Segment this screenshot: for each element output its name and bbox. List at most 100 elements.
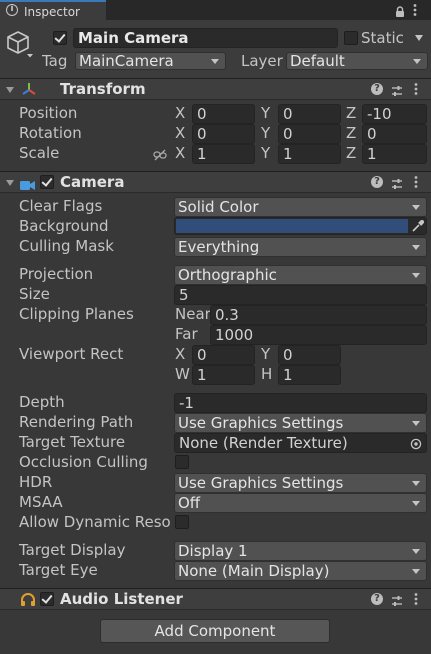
culling-mask-dropdown[interactable]: Everything	[174, 237, 427, 257]
kebab-menu-icon[interactable]	[413, 82, 419, 96]
scale-z-label[interactable]: Z	[346, 143, 356, 163]
scale-y-label[interactable]: Y	[261, 143, 270, 163]
active-checkbox[interactable]	[53, 31, 67, 45]
position-x-field[interactable]: 0	[192, 104, 255, 124]
help-icon[interactable]: ?	[371, 593, 383, 605]
layer-label: Layer	[241, 52, 283, 70]
object-picker-icon[interactable]	[410, 436, 422, 450]
position-y-label[interactable]: Y	[261, 103, 270, 123]
rendering-path-dropdown[interactable]: Use Graphics Settings	[174, 413, 427, 433]
background-color-field[interactable]	[174, 217, 427, 235]
far-field[interactable]: 1000	[210, 325, 427, 345]
near-label[interactable]: Near	[175, 304, 211, 324]
info-icon: i	[6, 4, 18, 16]
layer-dropdown[interactable]: Default	[286, 52, 428, 70]
target-display-dropdown[interactable]: Display 1	[174, 541, 427, 561]
rotation-y-label[interactable]: Y	[261, 123, 270, 143]
viewport-x-label[interactable]: X	[175, 344, 185, 364]
viewport-w-label[interactable]: W	[175, 364, 190, 384]
msaa-dropdown[interactable]: Off	[174, 493, 427, 513]
scale-y-field[interactable]: 1	[278, 144, 341, 164]
presets-icon[interactable]	[391, 176, 403, 189]
inspector-tab-label: Inspector	[24, 5, 80, 19]
add-component-button[interactable]: Add Component	[100, 619, 330, 643]
audio-listener-enabled-checkbox[interactable]	[40, 592, 54, 606]
occlusion-culling-label: Occlusion Culling	[19, 453, 148, 471]
scale-x-field[interactable]: 1	[192, 144, 255, 164]
allow-dynamic-resolution-checkbox[interactable]	[175, 515, 189, 529]
rotation-x-label[interactable]: X	[175, 123, 185, 143]
inspector-tab[interactable]: i Inspector	[0, 0, 106, 20]
viewport-h-label[interactable]: H	[261, 364, 272, 384]
rendering-path-value: Use Graphics Settings	[178, 414, 344, 432]
tag-dropdown[interactable]: MainCamera	[75, 52, 226, 70]
object-name-field[interactable]: Main Camera	[73, 28, 338, 48]
hdr-label: HDR	[19, 473, 53, 491]
position-x-label[interactable]: X	[175, 103, 185, 123]
projection-label: Projection	[19, 265, 94, 283]
background-color-swatch[interactable]	[176, 219, 408, 233]
transform-header[interactable]: Transform ?	[0, 78, 431, 100]
rotation-z-label[interactable]: Z	[346, 123, 356, 143]
hdr-dropdown[interactable]: Use Graphics Settings	[174, 473, 427, 493]
color-picker-icon[interactable]	[411, 219, 425, 233]
tag-label: Tag	[42, 52, 68, 70]
target-display-value: Display 1	[178, 542, 248, 560]
static-checkbox[interactable]	[344, 31, 358, 45]
target-eye-label: Target Eye	[19, 561, 98, 579]
rotation-z-field[interactable]: 0	[362, 124, 427, 144]
lock-icon[interactable]	[395, 4, 405, 17]
size-field[interactable]: 5	[174, 285, 427, 305]
layer-dropdown-value: Default	[290, 52, 345, 70]
rendering-path-label: Rendering Path	[19, 413, 134, 431]
size-label: Size	[19, 285, 50, 303]
viewport-w-field[interactable]: 1	[192, 365, 255, 385]
projection-dropdown[interactable]: Orthographic	[174, 265, 427, 285]
rotation-y-field[interactable]: 0	[278, 124, 341, 144]
camera-foldout-arrow[interactable]	[6, 180, 14, 186]
occlusion-culling-checkbox[interactable]	[175, 455, 189, 469]
far-label[interactable]: Far	[175, 324, 198, 344]
position-z-label[interactable]: Z	[346, 103, 356, 123]
position-z-field[interactable]: -10	[362, 104, 427, 124]
viewport-y-field[interactable]: 0	[278, 345, 341, 365]
clear-flags-value: Solid Color	[178, 198, 259, 216]
culling-mask-label: Culling Mask	[19, 237, 114, 255]
target-eye-dropdown[interactable]: None (Main Display)	[174, 561, 427, 581]
audio-listener-header[interactable]: Audio Listener ?	[0, 588, 431, 610]
depth-label: Depth	[19, 393, 65, 411]
msaa-value: Off	[178, 494, 201, 512]
depth-field[interactable]: -1	[174, 393, 427, 413]
presets-icon[interactable]	[391, 593, 403, 606]
camera-header[interactable]: Camera ?	[0, 171, 431, 193]
transform-foldout-arrow[interactable]	[6, 87, 14, 93]
viewport-y-label[interactable]: Y	[261, 344, 270, 364]
gameobject-header: Main Camera Static Tag MainCamera Layer …	[0, 20, 431, 78]
projection-value: Orthographic	[178, 266, 277, 284]
camera-enabled-checkbox[interactable]	[40, 175, 54, 189]
viewport-h-field[interactable]: 1	[278, 365, 341, 385]
target-texture-field[interactable]: None (Render Texture)	[174, 433, 427, 453]
help-icon[interactable]: ?	[371, 83, 383, 95]
position-y-field[interactable]: 0	[278, 104, 341, 124]
kebab-menu-icon[interactable]	[413, 592, 419, 606]
background-label: Background	[19, 217, 109, 235]
kebab-menu-icon[interactable]	[412, 3, 418, 17]
scale-x-label[interactable]: X	[175, 143, 185, 163]
culling-mask-value: Everything	[178, 238, 260, 256]
gameobject-cube-icon[interactable]	[6, 28, 34, 58]
viewport-x-field[interactable]: 0	[192, 345, 255, 365]
allow-dynamic-resolution-label: Allow Dynamic Reso	[19, 513, 171, 531]
target-texture-label: Target Texture	[19, 433, 126, 451]
clear-flags-dropdown[interactable]: Solid Color	[174, 197, 427, 217]
rotation-x-field[interactable]: 0	[192, 124, 255, 144]
hdr-value: Use Graphics Settings	[178, 474, 344, 492]
position-label: Position	[19, 104, 78, 122]
scale-z-field[interactable]: 1	[362, 144, 427, 164]
transform-axes-icon	[22, 82, 36, 96]
kebab-menu-icon[interactable]	[413, 175, 419, 189]
presets-icon[interactable]	[391, 83, 403, 96]
link-scale-icon[interactable]	[153, 147, 167, 161]
help-icon[interactable]: ?	[371, 176, 383, 188]
near-field[interactable]: 0.3	[210, 305, 427, 325]
